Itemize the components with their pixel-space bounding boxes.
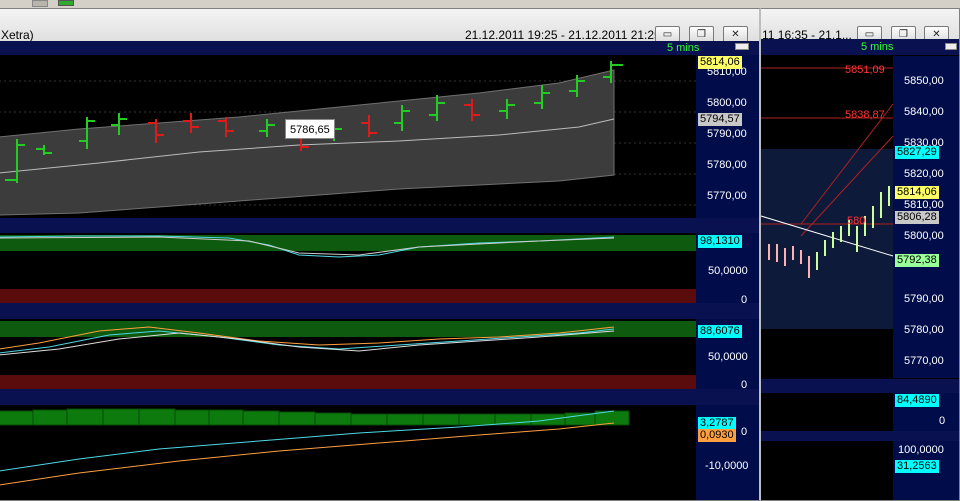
axis-tick: 5770,00 xyxy=(904,355,944,367)
price-chart-left xyxy=(0,61,696,216)
axis-tick: 50,0000 xyxy=(708,351,748,363)
bollinger-band xyxy=(0,69,615,216)
chart-window-left: Xetra) 21.12.2011 19:25 - 21.12.2011 21:… xyxy=(0,8,761,501)
toolbar-button-active[interactable] xyxy=(58,0,74,6)
tooltip-value: 5786,65 xyxy=(290,124,330,136)
axis-tick: 5840,00 xyxy=(904,106,944,118)
price-tag-cyan: 5827,29 xyxy=(895,146,939,159)
axis-tick: 5810,00 xyxy=(904,199,944,211)
indicator-chart-3 xyxy=(0,408,630,486)
price-tag-ma: 5794,57 xyxy=(698,113,742,126)
price-tag-gray: 5806,28 xyxy=(895,211,939,224)
level-label: 580 xyxy=(847,215,866,227)
axis-tick: 5850,00 xyxy=(904,75,944,87)
indicator-chart-1 xyxy=(0,235,696,303)
indicator-tag: 0,0930 xyxy=(698,429,736,442)
axis-tick: 0 xyxy=(741,426,748,438)
axis-tick: 5800,00 xyxy=(904,230,944,242)
chart-header-strip xyxy=(761,39,959,55)
indicator-tag: 31,2563 xyxy=(895,460,939,473)
price-tag-last: 5814,06 xyxy=(698,56,742,69)
level-label: 5851,09 xyxy=(845,64,885,76)
pane-separator xyxy=(0,218,759,233)
indicator-pane-1 xyxy=(761,393,893,431)
price-tooltip: 5786,65 xyxy=(285,119,335,139)
window-title-range: 21.12.2011 19:25 - 21.12.2011 21:25 xyxy=(465,28,661,42)
pane-separator xyxy=(0,389,759,405)
axis-tick: 5780,00 xyxy=(904,324,944,336)
indicator-chart-2 xyxy=(0,321,696,389)
top-toolbar-strip xyxy=(0,0,960,7)
price-tag-last: 5814,06 xyxy=(895,186,939,199)
axis-tick: 100,0000 xyxy=(898,444,944,456)
interval-label: 5 mins xyxy=(861,41,894,53)
axis-tick: 5820,00 xyxy=(904,168,944,180)
level-label: 5838,87 xyxy=(845,109,885,121)
toolbar-button[interactable] xyxy=(32,0,48,7)
interval-label: 5 mins xyxy=(667,42,700,54)
chart-window-right: 11 16:35 - 21.1... ▭ ❐ ✕ 5 mins 5851,09 … xyxy=(760,8,960,501)
axis-tick: 5790,00 xyxy=(904,293,944,305)
pane-separator xyxy=(761,431,959,441)
axis-tick: -10,0000 xyxy=(705,460,749,472)
pane-separator xyxy=(761,379,959,393)
chart-header-strip xyxy=(0,41,759,55)
axis-tick: 5770,00 xyxy=(707,190,747,202)
pane-separator xyxy=(0,303,759,319)
scroll-handle[interactable] xyxy=(945,43,957,50)
axis-tick: 5800,00 xyxy=(707,97,747,109)
axis-tick: 5790,00 xyxy=(707,128,747,140)
price-chart-right xyxy=(760,67,894,329)
window-title: Xetra) xyxy=(1,28,34,42)
axis-tick: 5780,00 xyxy=(707,159,747,171)
indicator-pane-2 xyxy=(761,441,893,500)
axis-tick: 0 xyxy=(939,415,946,427)
scroll-handle[interactable] xyxy=(735,43,749,50)
indicator-tag: 84,4890 xyxy=(895,394,939,407)
axis-tick: 50,0000 xyxy=(708,265,748,277)
shaded-region xyxy=(761,149,893,329)
price-tag-low: 5792,38 xyxy=(895,254,939,267)
indicator-tag: 98,1310 xyxy=(698,235,742,248)
macd-histogram xyxy=(0,408,630,426)
indicator-tag: 88,6076 xyxy=(698,325,742,338)
